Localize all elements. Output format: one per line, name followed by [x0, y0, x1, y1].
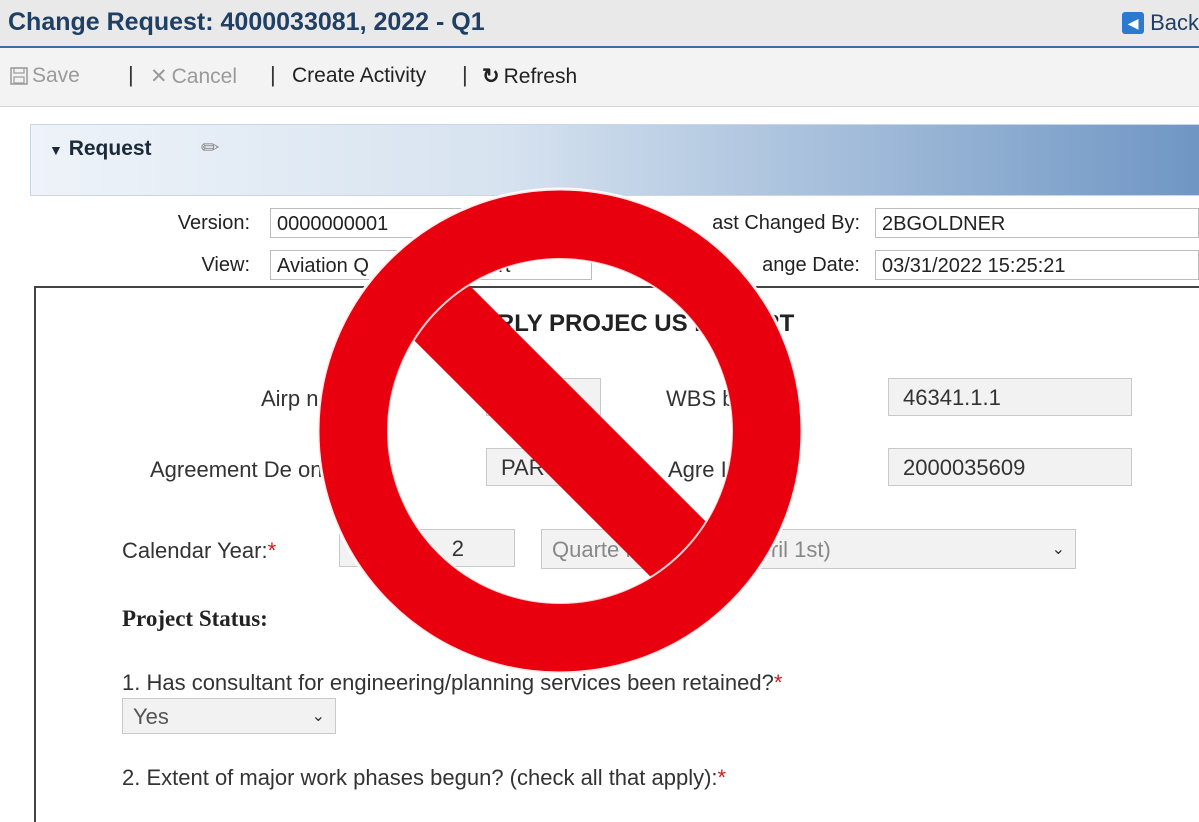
back-arrow-icon: ◀ [1122, 12, 1145, 34]
title-bar: Change Request: 4000033081, 2022 - Q1 ◀ … [0, 0, 1199, 48]
toolbar-divider: | [462, 62, 468, 87]
save-button[interactable]: Save [10, 64, 80, 88]
calendar-year-label: Calendar Year:* [122, 538, 276, 564]
request-label: Request [68, 137, 152, 160]
change-date-field[interactable]: 03/31/2022 15:25:21 [875, 250, 1199, 280]
last-changed-by-field[interactable]: 2BGOLDNER [875, 208, 1199, 238]
back-label: Back [1150, 10, 1199, 35]
question-1-select-value: Yes [133, 704, 169, 729]
refresh-label: Refresh [503, 64, 578, 88]
agreement-description-label: Agreement De on: [150, 457, 329, 482]
wbs-number-field[interactable]: 46341.1.1 [888, 378, 1132, 416]
chevron-down-icon: ⌄ [1051, 541, 1065, 558]
required-asterisk: * [717, 765, 727, 790]
prohibited-sign-icon [316, 187, 804, 675]
request-panel-toggle[interactable]: ▼ Request [49, 137, 152, 161]
version-label: Version: [177, 212, 250, 234]
toolbar-divider: | [270, 62, 276, 87]
toolbar: Save | ✕ Cancel | Create Activity | ↻ Re… [0, 48, 1199, 107]
back-button[interactable]: ◀ Back [1122, 10, 1199, 36]
question-2: 2. Extent of major work phases begun? (c… [122, 765, 726, 791]
view-label: View: [201, 254, 250, 276]
caret-down-icon: ▼ [49, 142, 63, 158]
save-icon [10, 67, 28, 85]
question-1-select[interactable]: Yes ⌄ [122, 698, 336, 734]
create-activity-button[interactable]: Create Activity [292, 64, 426, 88]
project-status-heading: Project Status: [122, 606, 268, 631]
cancel-button[interactable]: ✕ Cancel [150, 64, 237, 89]
toolbar-divider: | [128, 62, 134, 87]
cancel-label: Cancel [171, 64, 237, 88]
calendar-year-label-text: Calendar Year: [122, 538, 268, 563]
close-icon: ✕ [150, 65, 168, 88]
chevron-down-icon: ⌄ [311, 708, 325, 725]
create-activity-label: Create Activity [292, 64, 427, 87]
agreement-id-field[interactable]: 2000035609 [888, 448, 1132, 486]
refresh-icon: ↻ [482, 65, 500, 88]
save-label: Save [32, 64, 80, 87]
refresh-button[interactable]: ↻ Refresh [482, 64, 577, 89]
pencil-icon[interactable]: ✏ [201, 135, 219, 161]
question-2-text: 2. Extent of major work phases begun? (c… [122, 765, 718, 790]
page-title: Change Request: 4000033081, 2022 - Q1 [8, 8, 485, 36]
required-asterisk: * [267, 538, 277, 563]
